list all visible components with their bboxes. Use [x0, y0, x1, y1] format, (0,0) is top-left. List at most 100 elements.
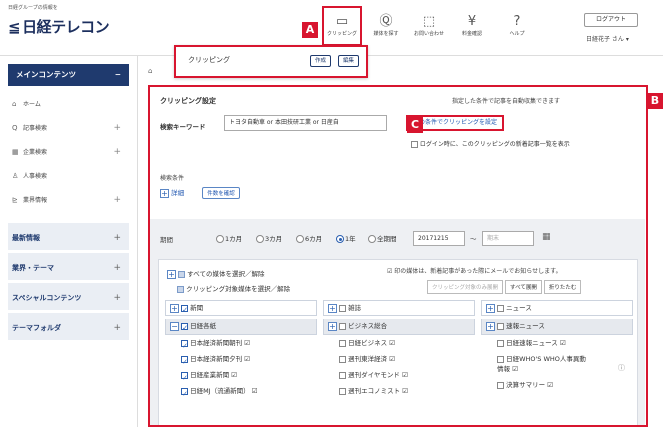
sidebar-category-industry-theme[interactable]: 業界・テーマ + — [8, 250, 129, 280]
expand-icon[interactable]: + — [113, 140, 121, 164]
nav-fees[interactable]: ¥ 料金確認 — [452, 14, 492, 37]
date-from-input[interactable]: 20171215 — [413, 231, 465, 246]
expand-icon[interactable]: + — [113, 313, 121, 343]
radio[interactable] — [296, 235, 304, 243]
expand-icon[interactable]: + — [486, 303, 495, 313]
checkbox[interactable] — [339, 339, 346, 347]
radio[interactable] — [256, 235, 264, 243]
date-to-input[interactable]: 期末 — [482, 231, 534, 246]
checkbox[interactable] — [339, 322, 347, 330]
media-item[interactable]: 日経産業新聞 ☑ — [165, 367, 317, 386]
select-all-media[interactable]: + すべての媒体を選択／解除 — [167, 268, 264, 279]
nav-clipping[interactable]: ▭ クリッピング — [322, 6, 362, 46]
media-item[interactable]: 決算サマリー ☑ — [481, 377, 633, 393]
edit-button[interactable]: 編集 — [338, 55, 360, 67]
checkbox[interactable] — [339, 387, 346, 395]
checkbox[interactable] — [497, 322, 505, 330]
checkbox[interactable] — [497, 339, 504, 347]
sidebar-category-special[interactable]: スペシャルコンテンツ + — [8, 280, 129, 310]
period-option-1m[interactable]: 1カ月 — [216, 233, 242, 243]
expand-icon[interactable]: + — [486, 321, 495, 331]
sidebar-category-latest[interactable]: 最新情報 + — [8, 220, 129, 250]
checkbox[interactable] — [411, 141, 418, 148]
logout-button[interactable]: ログアウト — [584, 13, 638, 27]
radio-selected[interactable] — [336, 235, 344, 243]
checkbox-checked[interactable] — [181, 354, 188, 370]
media-item[interactable]: 日経MJ（流通新聞） ☑ — [165, 383, 317, 402]
detail-label[interactable]: 詳細 — [171, 189, 184, 197]
create-button[interactable]: 作成 — [310, 55, 332, 67]
media-item[interactable]: 日経速報ニュース ☑ — [481, 335, 633, 351]
logo[interactable]: ≦ 日経テレコン — [8, 16, 110, 37]
column-subgroup[interactable]: + ビジネス総合 — [323, 319, 475, 335]
checkbox[interactable] — [339, 304, 347, 312]
expand-icon[interactable]: + — [113, 188, 121, 212]
expand-all-button[interactable]: すべて展開 — [505, 280, 542, 294]
period-option-6m[interactable]: 6カ月 — [296, 233, 322, 243]
media-item[interactable]: 週刊東洋経済 ☑ — [323, 351, 475, 367]
checkbox[interactable] — [339, 371, 346, 379]
expand-icon[interactable]: + — [113, 116, 121, 140]
expand-icon[interactable]: + — [328, 321, 337, 331]
expand-icon[interactable]: + — [170, 303, 179, 313]
media-item[interactable]: 日本経済新聞朝刊 ☑ — [165, 335, 317, 354]
checkbox-checked[interactable] — [181, 386, 188, 402]
sidebar-item-industry-info[interactable]: ⊵ 業界情報 + — [8, 188, 129, 212]
checkbox-checked[interactable] — [181, 303, 189, 317]
sidebar-item-label: 人事検索 — [23, 173, 48, 180]
expand-icon[interactable]: + — [328, 303, 337, 313]
media-item[interactable]: 日本経済新聞夕刊 ☑ — [165, 351, 317, 370]
building-icon: ▦ — [12, 148, 19, 156]
period-option-3m[interactable]: 3カ月 — [256, 233, 282, 243]
column-header[interactable]: + ニュース — [481, 300, 633, 316]
user-menu[interactable]: 日経花子 さん ▾ — [586, 34, 629, 43]
checkbox-checked[interactable] — [181, 321, 189, 335]
expand-icon[interactable]: + — [160, 188, 169, 198]
radio[interactable] — [216, 235, 224, 243]
home-tab[interactable]: ⌂ — [148, 67, 172, 83]
media-item[interactable]: 日経ビジネス ☑ — [323, 335, 475, 351]
checkbox-checked[interactable] — [181, 370, 188, 386]
period-option-all[interactable]: 全期間 — [368, 233, 397, 243]
checkbox[interactable] — [339, 355, 346, 363]
checkbox[interactable] — [178, 270, 186, 278]
checkbox[interactable] — [177, 285, 184, 293]
column-header[interactable]: + 雑誌 — [323, 300, 475, 316]
sidebar-main-contents[interactable]: メインコンテンツ − — [8, 64, 129, 86]
checkbox[interactable] — [497, 355, 504, 363]
media-item[interactable]: 日経WHO'S WHO人事異動 情報 ☑ ⓘ — [481, 351, 633, 377]
sidebar-category-theme-folder[interactable]: テーマフォルダ + — [8, 310, 129, 340]
expand-icon[interactable]: + — [113, 253, 121, 283]
info-icon[interactable]: ⓘ — [618, 363, 625, 373]
expand-icon[interactable]: + — [113, 223, 121, 253]
sidebar-item-home[interactable]: ⌂ ホーム — [8, 92, 129, 116]
sidebar-item-people-search[interactable]: ♙ 人事検索 — [8, 164, 129, 188]
detail-row: + 詳細 件数を確認 — [160, 187, 240, 199]
calendar-icon[interactable]: ▦ — [542, 232, 551, 242]
login-display-option[interactable]: ログイン時に、このクリッピングの新着記事一覧を表示 — [411, 139, 570, 148]
confirm-count-button[interactable]: 件数を確認 — [202, 187, 240, 199]
column-subgroup[interactable]: − 日経各紙 — [165, 319, 317, 335]
media-item[interactable]: 週刊エコノミスト ☑ — [323, 383, 475, 399]
checkbox[interactable] — [497, 304, 505, 312]
sidebar-item-company-search[interactable]: ▦ 企業検索 + — [8, 140, 129, 164]
keyword-input[interactable]: トヨタ自動車 or 本田技研工業 or 日産自 — [224, 115, 387, 131]
expand-icon[interactable]: + — [167, 269, 176, 279]
expand-icon[interactable]: + — [113, 283, 121, 313]
column-subgroup[interactable]: + 速報ニュース — [481, 319, 633, 335]
nav-help[interactable]: ? ヘルプ — [497, 14, 537, 37]
sidebar-item-article-search[interactable]: Q 記事検索 + — [8, 116, 129, 140]
collapse-icon[interactable]: − — [170, 321, 179, 331]
media-item[interactable]: 週刊ダイヤモンド ☑ — [323, 367, 475, 383]
collapse-button[interactable]: 折りたたむ — [543, 280, 582, 294]
period-option-1y[interactable]: 1年 — [336, 233, 356, 243]
expand-clip-only-button[interactable]: クリッピング対象のみ展開 — [427, 280, 504, 294]
select-clip-media[interactable]: クリッピング対象媒体を選択／解除 — [177, 283, 290, 293]
column-header[interactable]: + 新聞 — [165, 300, 317, 317]
radio[interactable] — [368, 235, 376, 243]
nav-find-media[interactable]: Ⓠ 媒体を探す — [366, 14, 406, 37]
nav-contact[interactable]: ⬚ お問い合わせ — [409, 14, 449, 37]
checkbox[interactable] — [497, 381, 504, 389]
collapse-icon[interactable]: − — [115, 64, 121, 86]
checkbox-checked[interactable] — [181, 338, 188, 354]
